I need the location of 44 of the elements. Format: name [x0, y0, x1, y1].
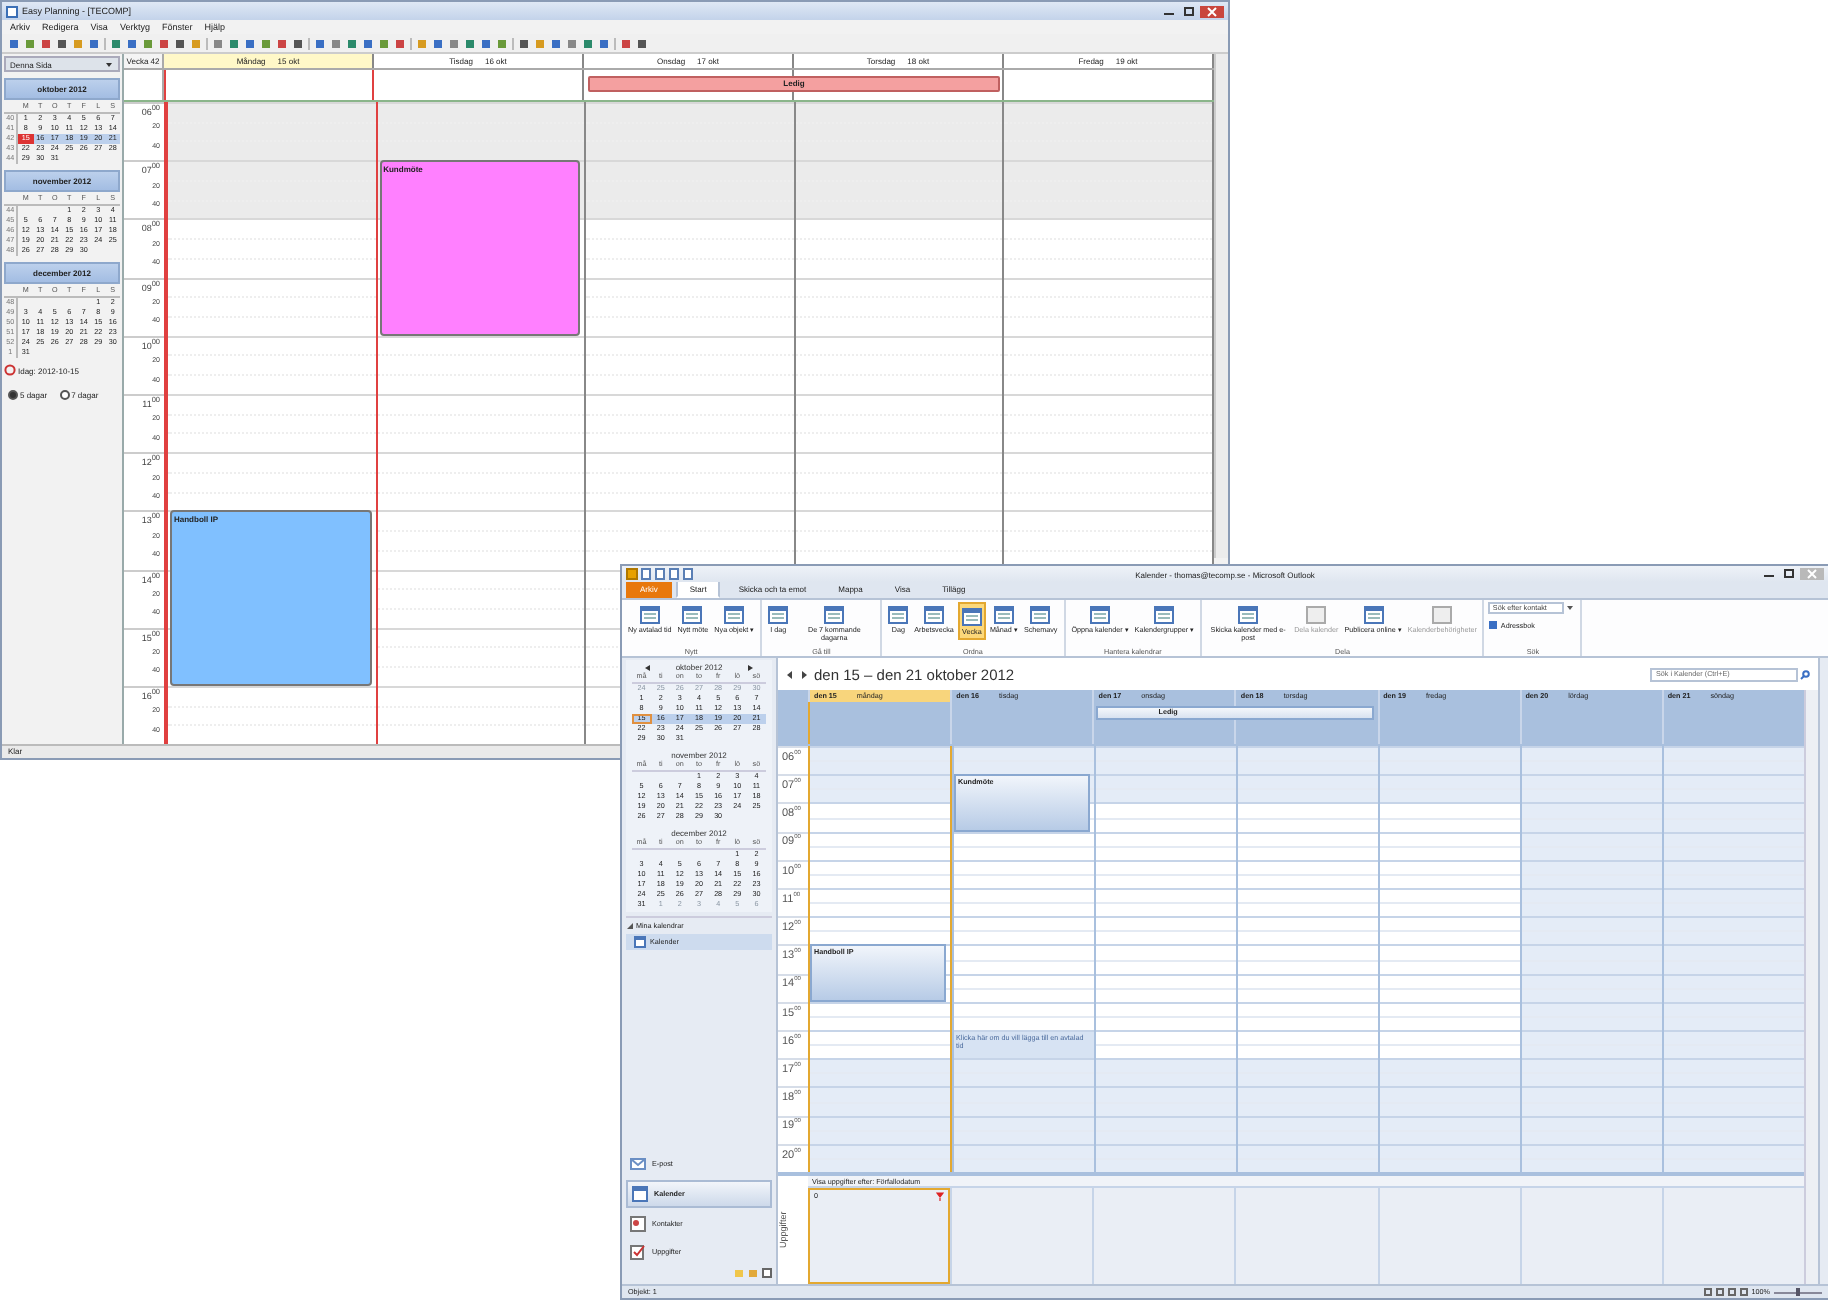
today-icon [4, 364, 16, 376]
app-icon [6, 5, 18, 17]
calendar-icon [724, 604, 745, 624]
calendar-icon [924, 604, 945, 624]
calendar-icon [961, 606, 982, 626]
checklist-icon [630, 1244, 646, 1260]
envelope-icon [630, 1156, 646, 1172]
time-slot[interactable] [810, 916, 950, 945]
collapse-icon[interactable] [626, 922, 634, 930]
scrollbar[interactable] [1804, 690, 1818, 1284]
calendar-icon [1432, 604, 1453, 624]
calendar-icon [634, 936, 646, 948]
calendar-icon [1090, 604, 1110, 624]
next-icon[interactable] [745, 663, 754, 671]
contact-card-icon [630, 1216, 646, 1232]
all-day-cell[interactable] [164, 70, 374, 100]
time-slot[interactable] [954, 746, 1094, 775]
search-icon [1800, 669, 1810, 679]
previous-icon[interactable] [786, 669, 794, 679]
calendar-icon [768, 604, 789, 624]
calendar-icon [1363, 604, 1384, 624]
maximize-icon[interactable] [1780, 568, 1798, 580]
scrollbar[interactable] [1214, 54, 1228, 558]
flag-icon [936, 1192, 945, 1202]
close-icon[interactable] [1200, 5, 1224, 17]
dropdown-icon[interactable] [104, 59, 114, 69]
calendar-icon [639, 604, 660, 624]
calendar-icon [1030, 604, 1051, 624]
calendar-icon [1306, 604, 1327, 624]
calendar-icon [1238, 604, 1259, 624]
dropdown-icon [1566, 604, 1575, 612]
previous-icon[interactable] [644, 663, 652, 671]
time-slot[interactable] [377, 102, 585, 161]
next-icon[interactable] [800, 669, 808, 679]
calendar-icon [824, 604, 845, 624]
maximize-icon[interactable] [1180, 5, 1198, 17]
book-icon [1488, 620, 1499, 630]
shortcut-icon[interactable] [762, 1268, 772, 1278]
calendar-icon [888, 604, 909, 624]
calendar-icon [632, 1186, 648, 1202]
calendar-icon [682, 604, 703, 624]
calendar-icon [1154, 604, 1175, 624]
calendar-icon [993, 604, 1014, 624]
app-icon [626, 568, 638, 580]
